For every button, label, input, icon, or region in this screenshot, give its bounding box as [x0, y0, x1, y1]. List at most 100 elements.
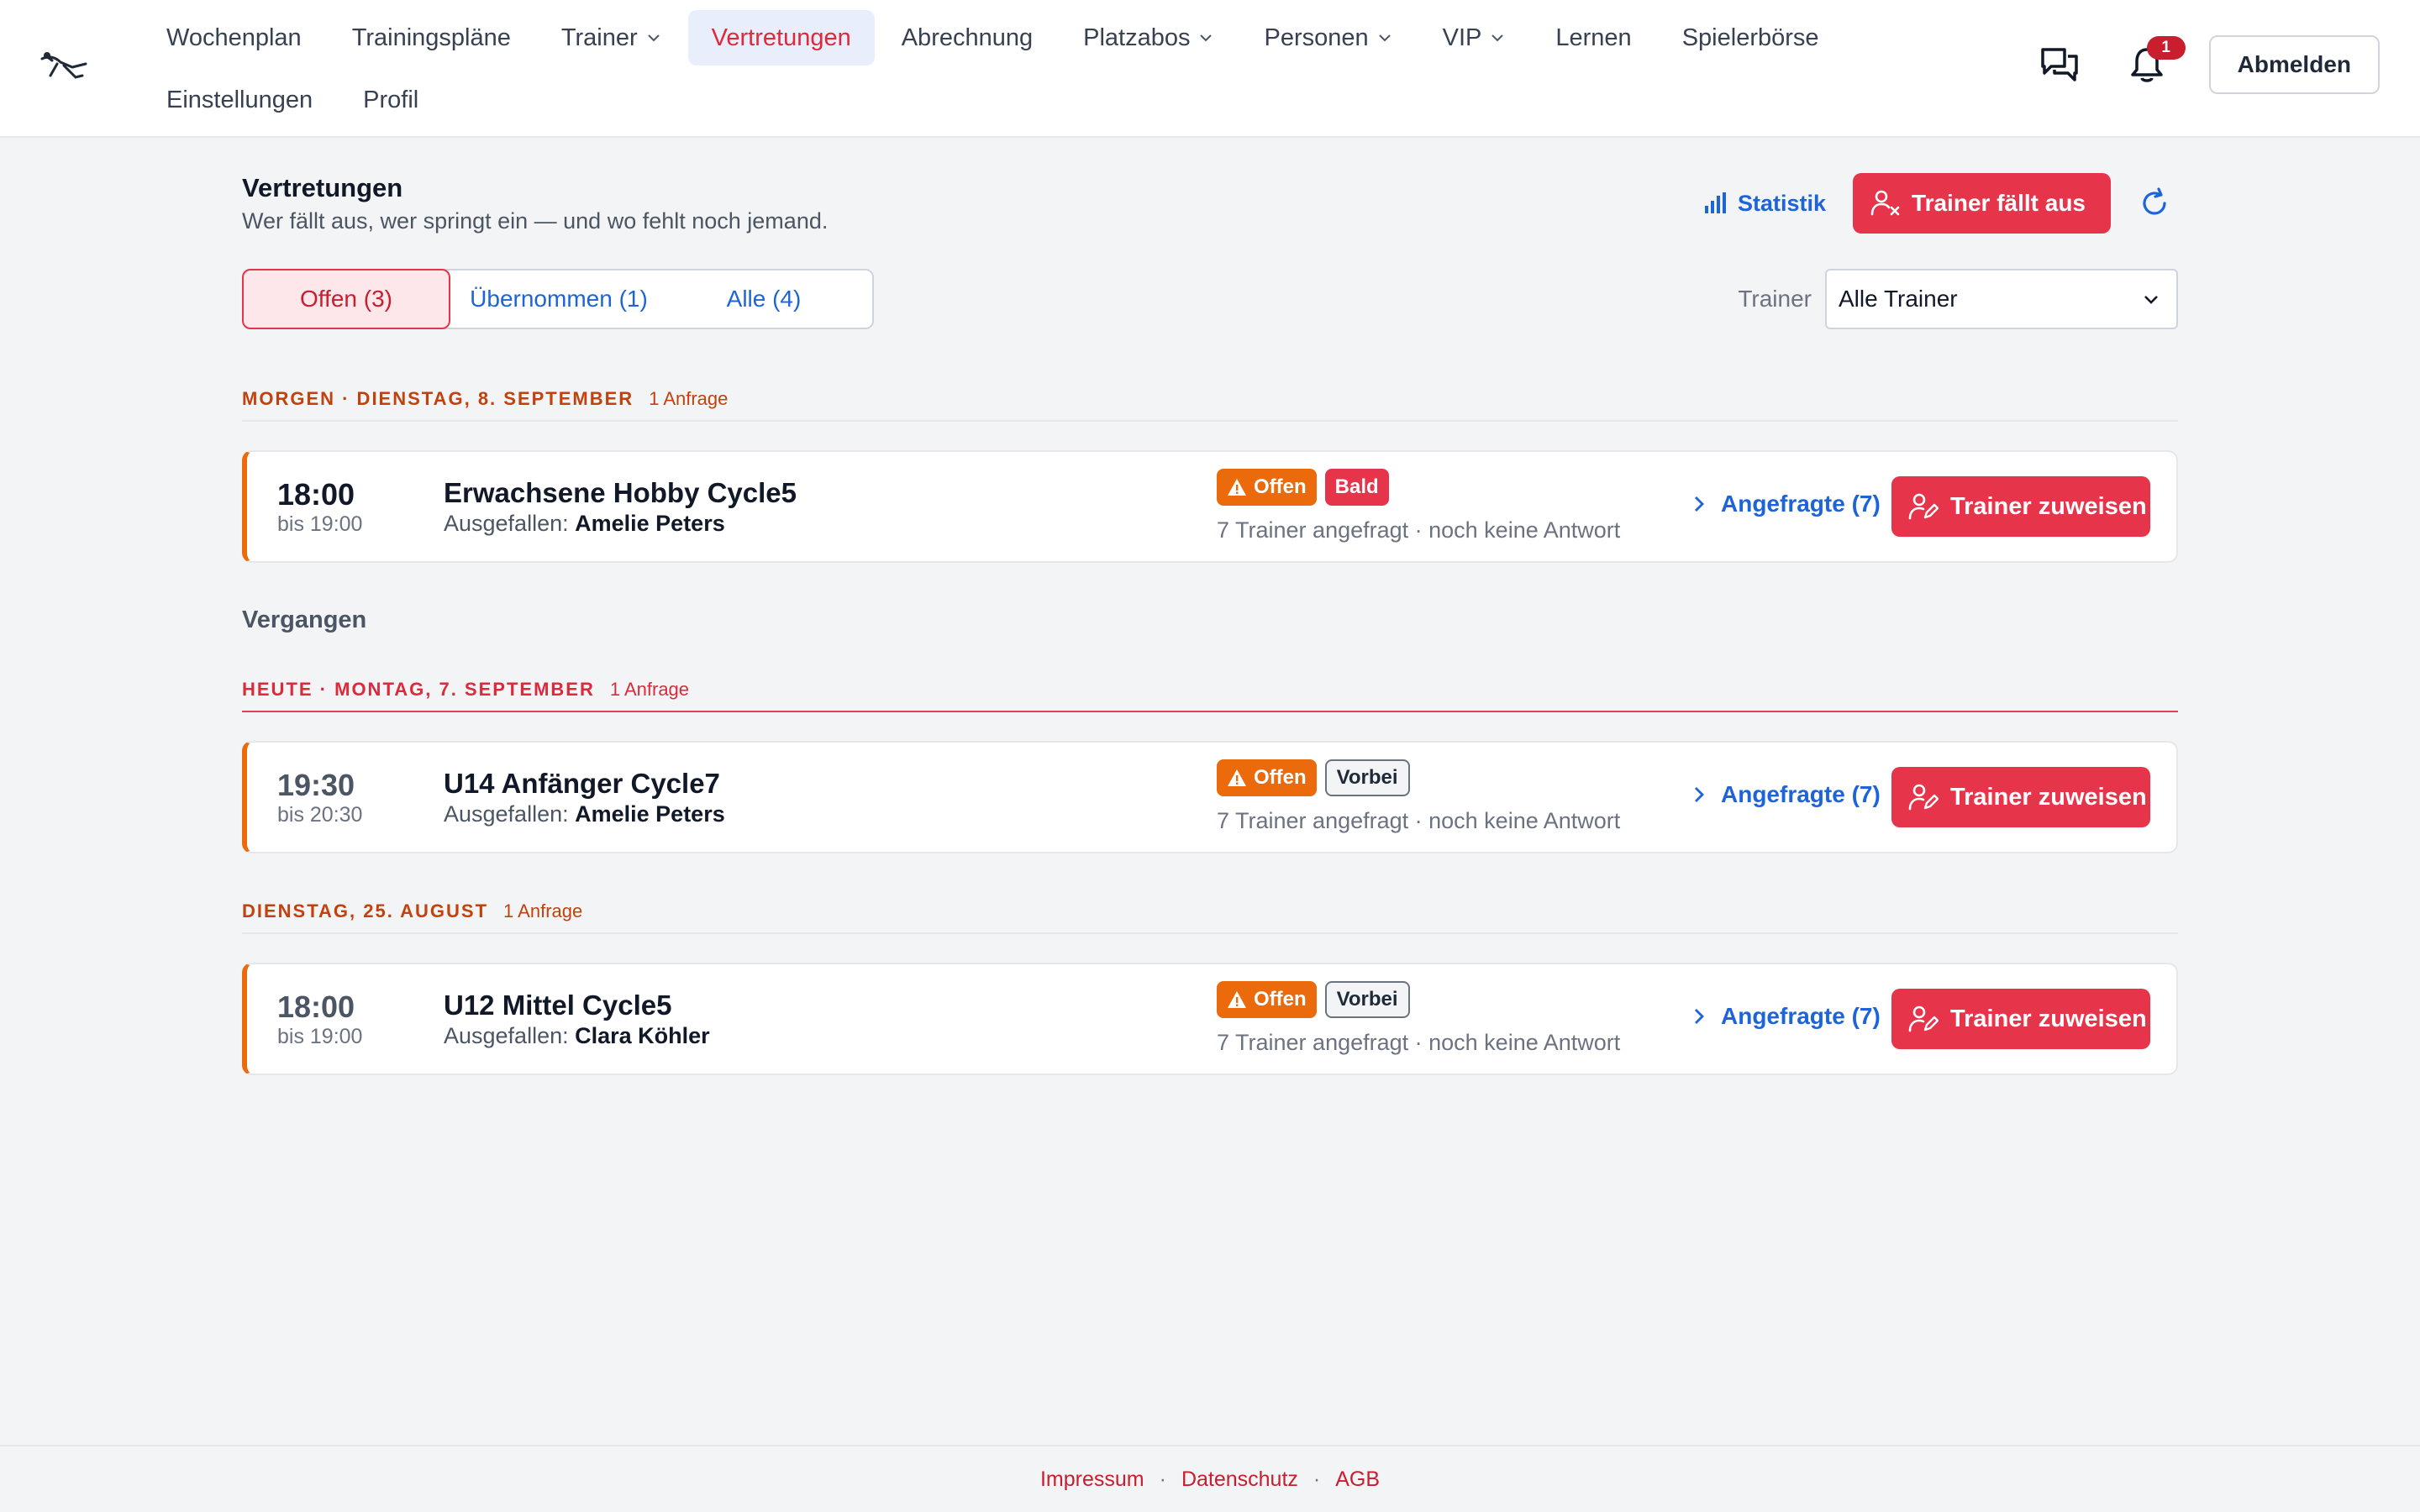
- top-navigation-bar: Wochenplan Trainingspläne Trainer Vertre…: [0, 0, 2420, 138]
- logout-button[interactable]: Abmelden: [2208, 35, 2380, 94]
- assign-trainer-label: Trainer zuweisen: [1950, 492, 2147, 520]
- nav-label: Trainer: [560, 24, 638, 51]
- nav-label: Platzabos: [1083, 24, 1191, 51]
- day-group-header: DIENSTAG, 25. AUGUST 1 Anfrage: [242, 900, 2178, 934]
- day-group-count: 1 Anfrage: [649, 388, 729, 409]
- assign-trainer-button[interactable]: Trainer zuweisen: [1891, 989, 2150, 1049]
- refresh-button[interactable]: [2131, 180, 2178, 227]
- chevron-down-icon: [1200, 34, 1213, 42]
- nav-label: Einstellungen: [166, 86, 313, 113]
- status-badge-vorbei: Vorbei: [1324, 981, 1410, 1018]
- absent-name: Clara Köhler: [575, 1023, 710, 1048]
- nav-label: Abrechnung: [901, 24, 1034, 51]
- day-group-count: 1 Anfrage: [609, 679, 690, 700]
- card-end-time: bis 20:30: [277, 803, 363, 827]
- card-badges: Offen Bald: [1217, 469, 1397, 506]
- asked-trainers-toggle[interactable]: Angefragte (7): [1692, 1003, 1881, 1030]
- asked-trainers-toggle[interactable]: Angefragte (7): [1692, 491, 1881, 517]
- statistik-label: Statistik: [1737, 190, 1827, 216]
- footer-separator: ·: [1159, 1467, 1166, 1491]
- nav-item-lernen[interactable]: Lernen: [1532, 10, 1655, 66]
- nav-item-vip[interactable]: VIP: [1419, 10, 1529, 66]
- nav-item-wochenplan[interactable]: Wochenplan: [143, 10, 325, 66]
- refresh-icon: [2143, 187, 2166, 215]
- bar-chart-icon: [1704, 192, 1726, 213]
- day-group-label: MORGEN · DIENSTAG, 8. SEPTEMBER: [242, 388, 634, 409]
- trainer-filter: Trainer Alle Trainer: [1738, 269, 2178, 329]
- messages-button[interactable]: [2034, 39, 2085, 90]
- chevron-right-icon: [1695, 1009, 1704, 1024]
- trainer-out-button[interactable]: Trainer fällt aus: [1853, 173, 2111, 234]
- day-group-header: MORGEN · DIENSTAG, 8. SEPTEMBER 1 Anfrag…: [242, 388, 2178, 422]
- agb-link[interactable]: AGB: [1335, 1467, 1380, 1492]
- card-absent-trainer: Ausgefallen: Clara Köhler: [444, 1023, 710, 1049]
- datenschutz-link[interactable]: Datenschutz: [1181, 1467, 1298, 1492]
- statistik-link[interactable]: Statistik: [1702, 191, 1826, 217]
- card-badges: Offen Vorbei: [1217, 759, 1418, 796]
- notification-count-badge: 1: [2146, 36, 2186, 60]
- asked-trainers-label: Angefragte (7): [1721, 781, 1881, 807]
- chevron-down-icon: [647, 34, 660, 42]
- nav-item-vertretungen[interactable]: Vertretungen: [687, 10, 875, 66]
- notifications-button[interactable]: 1: [2122, 36, 2186, 90]
- tab-offen[interactable]: Offen (3): [242, 269, 450, 329]
- tab-alle[interactable]: Alle (4): [667, 270, 860, 328]
- asked-trainers-label: Angefragte (7): [1721, 491, 1881, 517]
- trainer-select[interactable]: Alle Trainer: [1825, 269, 2178, 329]
- nav-item-spielerboerse[interactable]: Spielerbörse: [1659, 10, 1843, 66]
- card-course-title: Erwachsene Hobby Cycle5: [444, 477, 797, 508]
- nav-item-platzabos[interactable]: Platzabos: [1060, 10, 1237, 66]
- header-actions: 1 Abmelden: [2034, 35, 2380, 94]
- absent-name: Amelie Peters: [575, 801, 725, 827]
- nav-item-personen[interactable]: Personen: [1240, 10, 1415, 66]
- asked-trainers-toggle[interactable]: Angefragte (7): [1692, 781, 1881, 808]
- nav-item-profil[interactable]: Profil: [339, 72, 442, 128]
- past-section-label: Vergangen: [242, 606, 367, 633]
- user-edit-icon: [1908, 1005, 1939, 1032]
- card-start-time: 19:30: [277, 768, 355, 802]
- trainer-out-label: Trainer fällt aus: [1912, 190, 2086, 216]
- status-badge-vorbei: Vorbei: [1324, 759, 1410, 796]
- user-edit-icon: [1908, 784, 1939, 811]
- nav-item-trainingsplaene[interactable]: Trainingspläne: [329, 10, 534, 66]
- nav-label: Profil: [363, 86, 419, 113]
- nav-item-einstellungen[interactable]: Einstellungen: [143, 72, 336, 128]
- card-badges: Offen Vorbei: [1217, 981, 1418, 1018]
- assign-trainer-label: Trainer zuweisen: [1950, 783, 2147, 811]
- nav-item-abrechnung[interactable]: Abrechnung: [878, 10, 1056, 66]
- card-course-title: U14 Anfänger Cycle7: [444, 768, 720, 799]
- status-badge-label: Offen: [1254, 988, 1307, 1011]
- card-start-time: 18:00: [277, 990, 355, 1024]
- assign-trainer-button[interactable]: Trainer zuweisen: [1891, 767, 2150, 827]
- chevron-down-icon: [1491, 34, 1504, 42]
- nav-label: Spielerbörse: [1681, 24, 1819, 51]
- nav-item-trainer[interactable]: Trainer: [538, 10, 685, 66]
- impressum-link[interactable]: Impressum: [1040, 1467, 1144, 1492]
- status-badge-bald: Bald: [1324, 469, 1389, 506]
- absent-prefix: Ausgefallen:: [444, 801, 569, 827]
- card-request-info: 7 Trainer angefragt · noch keine Antwort: [1217, 808, 1621, 833]
- nav-label: Vertretungen: [711, 24, 851, 51]
- club-logo-icon[interactable]: [39, 47, 89, 87]
- chevron-right-icon: [1695, 496, 1704, 512]
- assign-trainer-button[interactable]: Trainer zuweisen: [1891, 476, 2150, 537]
- trainer-select-value: Alle Trainer: [1839, 286, 1958, 312]
- absent-prefix: Ausgefallen:: [444, 1023, 569, 1048]
- tab-uebernommen[interactable]: Übernommen (1): [450, 270, 667, 328]
- status-badge-label: Offen: [1254, 766, 1307, 789]
- asked-trainers-label: Angefragte (7): [1721, 1003, 1881, 1029]
- card-absent-trainer: Ausgefallen: Amelie Peters: [444, 511, 725, 537]
- substitution-card: 19:30 bis 20:30 U14 Anfänger Cycle7 Ausg…: [242, 741, 2178, 853]
- card-end-time: bis 19:00: [277, 512, 363, 536]
- chevron-down-icon: [2144, 296, 2158, 304]
- day-group-header: HEUTE · MONTAG, 7. SEPTEMBER 1 Anfrage: [242, 679, 2178, 712]
- warning-icon: [1228, 769, 1246, 786]
- assign-trainer-label: Trainer zuweisen: [1950, 1005, 2147, 1032]
- user-x-icon: [1870, 190, 1900, 216]
- absent-name: Amelie Peters: [575, 511, 725, 536]
- main-nav: Wochenplan Trainingspläne Trainer Vertre…: [143, 10, 2042, 128]
- page-actions: Statistik Trainer fällt aus: [1702, 173, 2178, 234]
- user-edit-icon: [1908, 493, 1939, 520]
- warning-icon: [1228, 479, 1246, 496]
- card-request-info: 7 Trainer angefragt · noch keine Antwort: [1217, 1030, 1621, 1055]
